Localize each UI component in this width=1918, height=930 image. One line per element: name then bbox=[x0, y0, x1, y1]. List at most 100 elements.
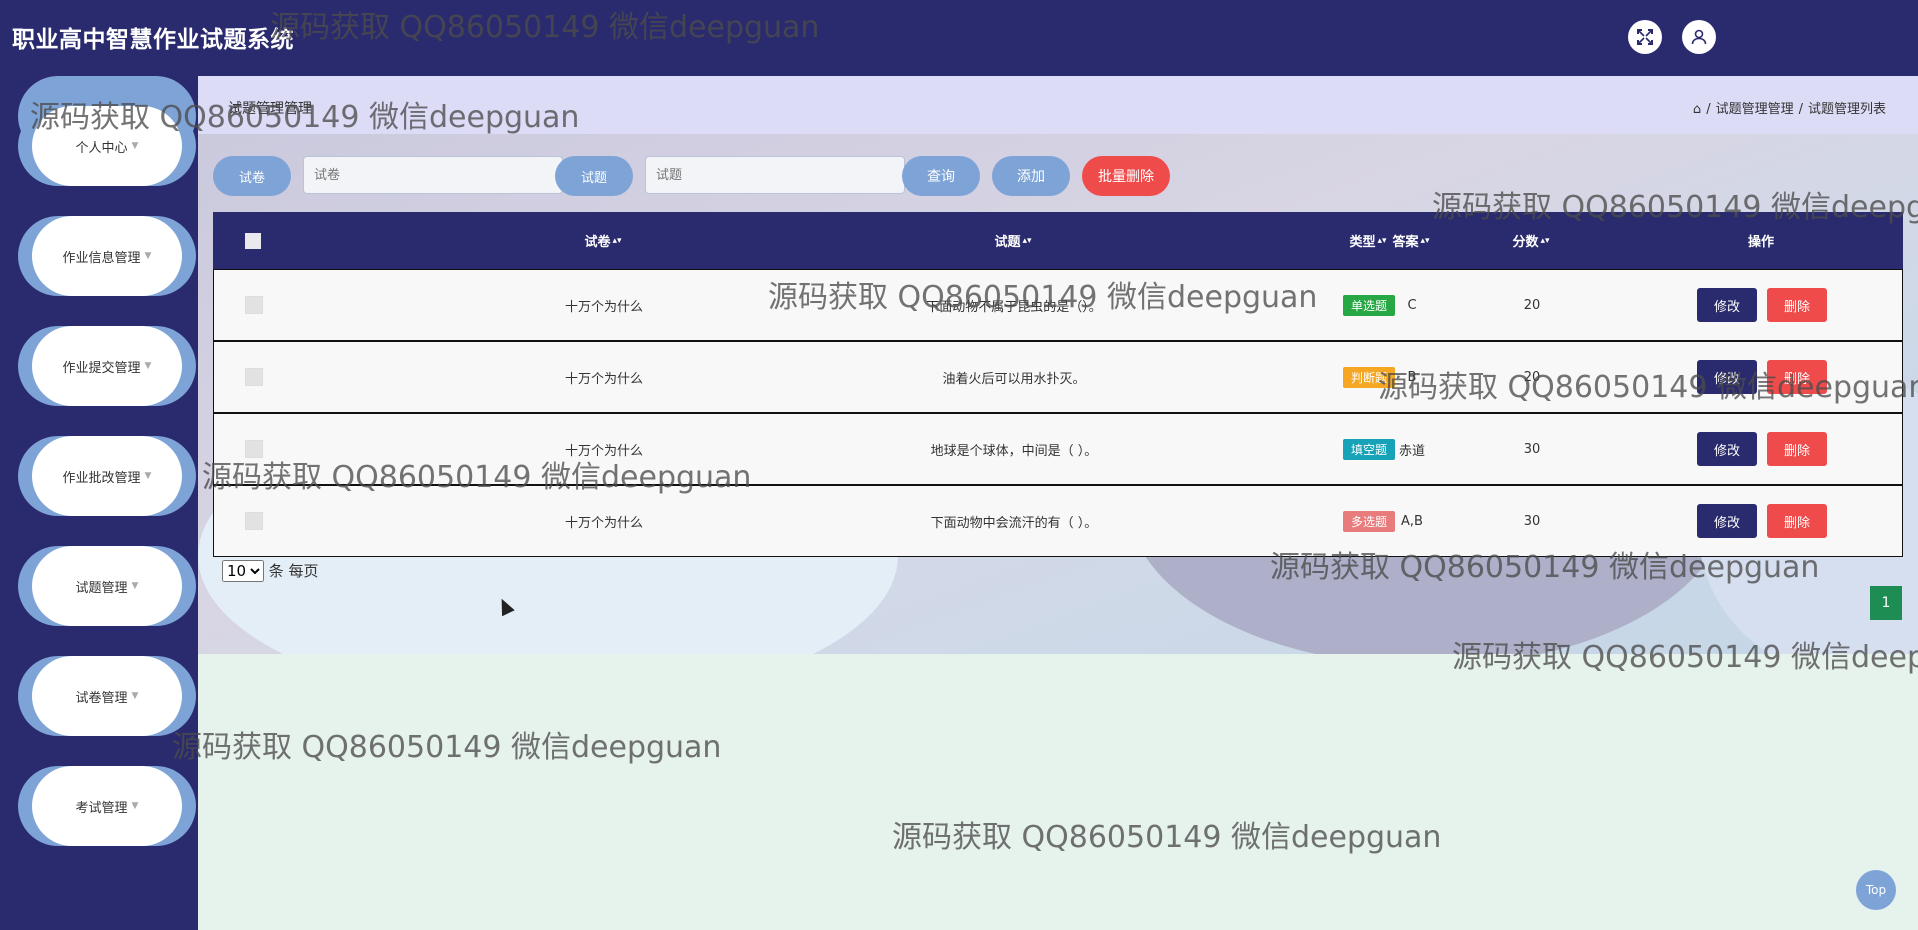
user-glyph bbox=[1691, 29, 1707, 45]
sidebar-item-label: 试题管理 bbox=[75, 580, 128, 596]
cell-paper: 十万个为什么 bbox=[564, 515, 643, 531]
sidebar-item-label: 作业提交管理 bbox=[62, 360, 141, 376]
cell-paper: 十万个为什么 bbox=[564, 299, 643, 315]
page-number-button[interactable]: 1 bbox=[1870, 586, 1902, 620]
back-to-top-button[interactable]: Top bbox=[1856, 870, 1896, 910]
edit-button[interactable]: 修改 bbox=[1697, 360, 1757, 394]
row-checkbox[interactable] bbox=[244, 414, 264, 484]
delete-button[interactable]: 删除 bbox=[1767, 504, 1827, 538]
sidebar-item-exam-mgmt-label-wrap[interactable]: 考试管理 ▼ bbox=[32, 766, 182, 846]
breadcrumb: ⌂ / 试题管理管理 / 试题管理列表 bbox=[1693, 98, 1886, 117]
user-icon[interactable] bbox=[1682, 20, 1716, 54]
home-icon[interactable]: ⌂ bbox=[1693, 102, 1701, 117]
sidebar-item-paper-mgmt-label-wrap[interactable]: 试卷管理 ▼ bbox=[32, 656, 182, 736]
column-header-label: 分数 bbox=[1512, 235, 1539, 250]
cell-actions: 修改 删除 bbox=[1634, 414, 1890, 484]
chevron-down-icon: ▼ bbox=[131, 581, 139, 591]
question-search-input[interactable] bbox=[645, 156, 905, 194]
cell-actions: 修改 删除 bbox=[1634, 270, 1890, 340]
cell-question: 下面动物中会流汗的有（ ）。 bbox=[930, 515, 1098, 531]
column-header-label: 试卷 bbox=[584, 235, 611, 250]
select-all-checkbox[interactable] bbox=[243, 212, 263, 269]
sidebar-item-label: 作业批改管理 bbox=[62, 470, 141, 486]
paper-search-input[interactable] bbox=[303, 156, 563, 194]
sidebar-item-homework-grading-label-wrap[interactable]: 作业批改管理 ▼ bbox=[32, 436, 182, 516]
column-header-score[interactable]: 分数 ▴▾ bbox=[1471, 212, 1591, 269]
page-size-control: 10 条 每页 bbox=[222, 560, 319, 582]
cell-score: 20 bbox=[1523, 369, 1541, 385]
sidebar-item-personal-center-label-wrap[interactable]: 个人中心 ▼ bbox=[32, 106, 182, 186]
sort-icon: ▴▾ bbox=[1420, 235, 1430, 246]
sidebar-item-homework-submit-label-wrap[interactable]: 作业提交管理 ▼ bbox=[32, 326, 182, 406]
column-header-paper[interactable]: 试卷 ▴▾ bbox=[543, 212, 663, 269]
breadcrumb-item[interactable]: 试题管理管理 bbox=[1716, 102, 1794, 117]
chevron-down-icon: ▼ bbox=[144, 251, 152, 261]
sidebar-item-label: 作业信息管理 bbox=[62, 250, 141, 266]
cell-actions: 修改 删除 bbox=[1634, 486, 1890, 556]
breadcrumb-item: 试题管理列表 bbox=[1807, 102, 1886, 117]
chevron-down-icon: ▼ bbox=[131, 691, 139, 701]
fullscreen-glyph bbox=[1637, 29, 1653, 45]
page-size-suffix: 条 每页 bbox=[268, 562, 319, 580]
question-label: 试题 bbox=[555, 156, 633, 196]
edit-button[interactable]: 修改 bbox=[1697, 432, 1757, 466]
sort-icon: ▴▾ bbox=[612, 235, 622, 246]
chevron-down-icon: ▼ bbox=[144, 361, 152, 371]
row-checkbox[interactable] bbox=[244, 486, 264, 556]
row-checkbox[interactable] bbox=[244, 342, 264, 412]
delete-button[interactable]: 删除 bbox=[1767, 288, 1827, 322]
add-button[interactable]: 添加 bbox=[992, 156, 1070, 196]
sidebar-item-question-mgmt-label-wrap[interactable]: 试题管理 ▼ bbox=[32, 546, 182, 626]
breadcrumb-bar: 试题管理管理 ⌂ / 试题管理管理 / 试题管理列表 bbox=[198, 76, 1918, 134]
column-header-label: 操作 bbox=[1747, 235, 1774, 250]
top-header: 职业高中智慧作业试题系统 bbox=[0, 0, 1918, 76]
watermark: 源码获取 QQ86050149 微信deepguan bbox=[172, 730, 722, 765]
app-title: 职业高中智慧作业试题系统 bbox=[12, 27, 294, 53]
checkbox-box bbox=[245, 296, 263, 314]
watermark: 源码获取 QQ86050149 微信deepguan bbox=[892, 820, 1442, 855]
sidebar-item-exam-mgmt[interactable]: 考试管理 ▼ bbox=[18, 766, 196, 846]
sidebar-item-label: 试卷管理 bbox=[75, 690, 128, 706]
sidebar-item-homework-grading[interactable]: 作业批改管理 ▼ bbox=[18, 436, 196, 516]
table-row: 十万个为什么 油着火后可以用水扑灭。 判断题 B 20 修改 删除 bbox=[213, 341, 1903, 413]
cell-answer: C bbox=[1407, 297, 1417, 313]
cell-actions: 修改 删除 bbox=[1634, 342, 1890, 412]
edit-button[interactable]: 修改 bbox=[1697, 504, 1757, 538]
sidebar-item-homework-submit[interactable]: 作业提交管理 ▼ bbox=[18, 326, 196, 406]
delete-button[interactable]: 删除 bbox=[1767, 432, 1827, 466]
checkbox-box bbox=[245, 232, 261, 249]
chevron-down-icon: ▼ bbox=[131, 801, 139, 811]
cell-paper: 十万个为什么 bbox=[564, 371, 643, 387]
breadcrumb-separator: / bbox=[1706, 102, 1711, 117]
cell-answer: A,B bbox=[1401, 513, 1423, 529]
sidebar-item-personal-center[interactable]: 个人中心 ▼ bbox=[18, 106, 196, 186]
chevron-down-icon: ▼ bbox=[144, 471, 152, 481]
sidebar-item-label: 个人中心 bbox=[75, 140, 128, 156]
page-title: 试题管理管理 bbox=[228, 101, 312, 117]
cell-score: 30 bbox=[1523, 513, 1541, 529]
column-header-actions: 操作 bbox=[1701, 212, 1821, 269]
cell-score: 30 bbox=[1523, 441, 1541, 457]
row-checkbox[interactable] bbox=[244, 270, 264, 340]
fullscreen-icon[interactable] bbox=[1628, 20, 1662, 54]
page-size-select[interactable]: 10 bbox=[222, 560, 264, 582]
sort-icon: ▴▾ bbox=[1022, 235, 1032, 246]
sidebar-item-paper-mgmt[interactable]: 试卷管理 ▼ bbox=[18, 656, 196, 736]
query-button[interactable]: 查询 bbox=[902, 156, 980, 196]
column-header-question[interactable]: 试题 ▴▾ bbox=[953, 212, 1073, 269]
sidebar-item-homework-info-label-wrap[interactable]: 作业信息管理 ▼ bbox=[32, 216, 182, 296]
sidebar-item-homework-info[interactable]: 作业信息管理 ▼ bbox=[18, 216, 196, 296]
column-header-label: 答案 bbox=[1392, 235, 1419, 250]
column-header-label: 试题 bbox=[994, 235, 1021, 250]
paper-label: 试卷 bbox=[213, 156, 291, 196]
table-row: 十万个为什么 下面动物中会流汗的有（ ）。 多选题 A,B 30 修改 删除 bbox=[213, 485, 1903, 557]
batch-delete-button[interactable]: 批量删除 bbox=[1082, 156, 1170, 196]
cell-paper: 十万个为什么 bbox=[564, 443, 643, 459]
sidebar-item-label: 考试管理 bbox=[75, 800, 128, 816]
sidebar-item-question-mgmt[interactable]: 试题管理 ▼ bbox=[18, 546, 196, 626]
checkbox-box bbox=[245, 440, 263, 458]
cell-answer: 赤道 bbox=[1398, 443, 1425, 459]
delete-button[interactable]: 删除 bbox=[1767, 360, 1827, 394]
chevron-down-icon: ▼ bbox=[131, 141, 139, 151]
edit-button[interactable]: 修改 bbox=[1697, 288, 1757, 322]
